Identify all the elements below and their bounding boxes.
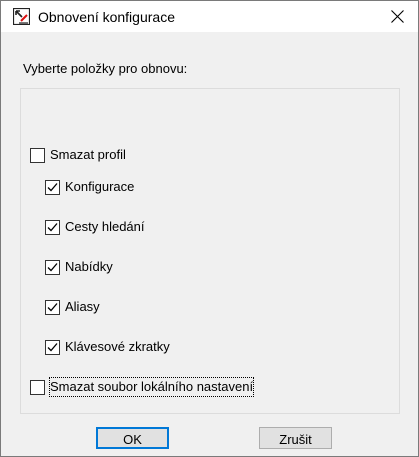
checkbox-box[interactable]: [45, 260, 60, 275]
checkbox-label: Konfigurace: [65, 179, 135, 194]
checkbox-keyboard-shortcuts[interactable]: Klávesové zkratky: [45, 338, 215, 358]
checkbox-box[interactable]: [30, 148, 45, 163]
checkbox-label: Aliasy: [65, 299, 100, 314]
checkmark-icon: [47, 303, 58, 312]
checkbox-label: Smazat soubor lokálního nastavení: [48, 377, 255, 397]
prompt-label: Vyberte položky pro obnovu:: [23, 61, 188, 76]
cancel-button[interactable]: Zrušit: [259, 427, 332, 449]
ok-button[interactable]: OK: [96, 427, 169, 449]
checkbox-delete-local-settings[interactable]: Smazat soubor lokálního nastavení: [30, 377, 320, 398]
checkmark-icon: [47, 263, 58, 272]
checkbox-box[interactable]: [30, 380, 45, 395]
checkbox-label: Cesty hledání: [65, 219, 145, 234]
checkbox-box[interactable]: [45, 340, 60, 355]
checkmark-icon: [47, 183, 58, 192]
checkbox-search-paths[interactable]: Cesty hledání: [45, 218, 175, 238]
checkbox-box[interactable]: [45, 300, 60, 315]
checkbox-delete-profile[interactable]: Smazat profil: [30, 146, 170, 166]
close-icon: [391, 10, 404, 23]
title-bar[interactable]: Obnovení konfigurace: [1, 1, 418, 32]
checkbox-box[interactable]: [45, 180, 60, 195]
window-title: Obnovení konfigurace: [38, 9, 175, 25]
checkbox-label: Nabídky: [65, 259, 113, 274]
close-button[interactable]: [378, 1, 418, 32]
checkmark-icon: [47, 223, 58, 232]
checkbox-aliases[interactable]: Aliasy: [45, 298, 135, 318]
checkbox-menus[interactable]: Nabídky: [45, 258, 145, 278]
checkbox-label: Klávesové zkratky: [65, 339, 170, 354]
checkbox-configuration[interactable]: Konfigurace: [45, 178, 165, 198]
options-group: [20, 88, 400, 414]
checkbox-box[interactable]: [45, 220, 60, 235]
checkbox-label: Smazat profil: [50, 147, 126, 162]
app-icon: [13, 8, 30, 25]
dialog-window: Obnovení konfigurace Vyberte položky pro…: [0, 0, 419, 457]
checkmark-icon: [47, 343, 58, 352]
